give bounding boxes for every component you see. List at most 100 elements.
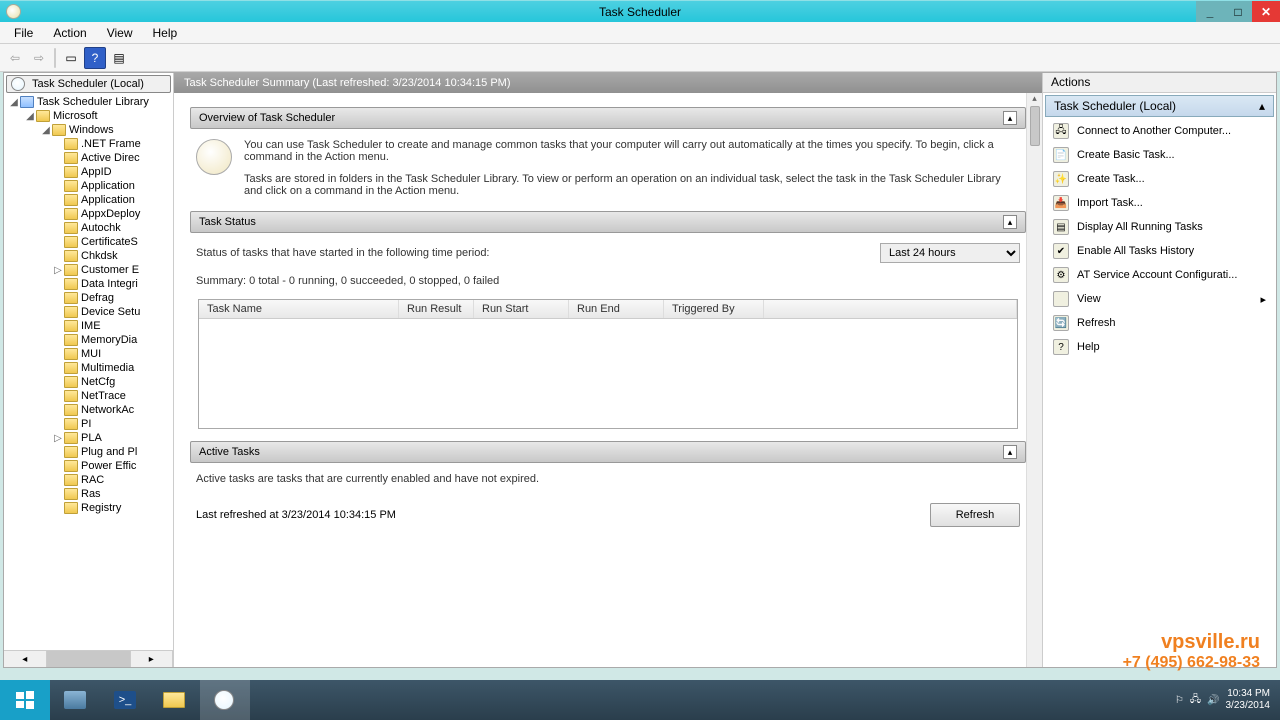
volume-icon: 🔊 xyxy=(1207,695,1219,706)
help-tool[interactable]: ? xyxy=(84,47,106,69)
separator xyxy=(54,48,56,68)
forward-button: ⇨ xyxy=(28,47,50,69)
tree-microsoft[interactable]: ◢Microsoft xyxy=(6,109,173,123)
chevron-up-icon: ▴ xyxy=(1259,99,1265,113)
collapse-icon[interactable]: ▴ xyxy=(1003,111,1017,125)
tree-item[interactable]: Autochk xyxy=(6,221,173,235)
tree-item[interactable]: .NET Frame xyxy=(6,137,173,151)
menu-view[interactable]: View xyxy=(97,24,143,42)
collapse-icon[interactable]: ▴ xyxy=(1003,445,1017,459)
tree-item[interactable]: ▷Customer E xyxy=(6,263,173,277)
app-icon xyxy=(6,4,21,19)
task-status-header[interactable]: Task Status▴ xyxy=(190,211,1026,233)
tree-item[interactable]: Plug and Pl xyxy=(6,445,173,459)
tree-root[interactable]: Task Scheduler (Local) xyxy=(6,75,171,93)
action-icon: 📄 xyxy=(1053,147,1069,163)
tree-item[interactable]: MemoryDia xyxy=(6,333,173,347)
tree-item[interactable]: Application xyxy=(6,193,173,207)
tree-item[interactable]: Defrag xyxy=(6,291,173,305)
tree-item[interactable]: NetworkAc xyxy=(6,403,173,417)
action-item[interactable]: ⚙AT Service Account Configurati... xyxy=(1043,263,1276,287)
toolbar: ⇦ ⇨ ▭ ? ▤ xyxy=(0,44,1280,72)
actions-scope[interactable]: Task Scheduler (Local)▴ xyxy=(1045,95,1274,117)
active-tasks-header[interactable]: Active Tasks▴ xyxy=(190,441,1026,463)
clock-icon xyxy=(11,77,25,91)
time-period-select[interactable]: Last 24 hours xyxy=(880,243,1020,263)
close-button[interactable]: ✕ xyxy=(1252,1,1280,22)
col-run-start[interactable]: Run Start xyxy=(474,300,569,318)
tray-date: 3/23/2014 xyxy=(1226,700,1271,712)
tree-item[interactable]: PI xyxy=(6,417,173,431)
task-table: Task Name Run Result Run Start Run End T… xyxy=(198,299,1018,429)
action-icon: ⚙ xyxy=(1053,267,1069,283)
tree-item[interactable]: Multimedia xyxy=(6,361,173,375)
tree-item[interactable]: Chkdsk xyxy=(6,249,173,263)
overview-section-header[interactable]: Overview of Task Scheduler▴ xyxy=(190,107,1026,129)
tree-item[interactable]: ▷PLA xyxy=(6,431,173,445)
start-button[interactable] xyxy=(0,680,50,720)
action-item[interactable]: ✔Enable All Tasks History xyxy=(1043,239,1276,263)
status-summary: Summary: 0 total - 0 running, 0 succeede… xyxy=(196,275,1020,287)
action-item[interactable]: View▸ xyxy=(1043,287,1276,311)
minimize-button[interactable]: _ xyxy=(1196,1,1224,22)
system-tray[interactable]: ⚐ 🖧 🔊 10:34 PM 3/23/2014 xyxy=(1165,688,1280,712)
taskbar-explorer[interactable] xyxy=(150,680,200,720)
window-titlebar: Task Scheduler _ □ ✕ xyxy=(0,0,1280,22)
action-item[interactable]: 🖧Connect to Another Computer... xyxy=(1043,119,1276,143)
tree-item[interactable]: IME xyxy=(6,319,173,333)
action-item[interactable]: 📥Import Task... xyxy=(1043,191,1276,215)
tree-item[interactable]: Registry xyxy=(6,501,173,515)
network-icon: 🖧 xyxy=(1190,692,1201,709)
action-item[interactable]: ✨Create Task... xyxy=(1043,167,1276,191)
col-run-result[interactable]: Run Result xyxy=(399,300,474,318)
windows-logo-icon xyxy=(15,690,35,710)
show-hide-btn[interactable]: ▭ xyxy=(60,47,82,69)
taskbar-server-manager[interactable] xyxy=(50,680,100,720)
menu-file[interactable]: File xyxy=(4,24,43,42)
action-item[interactable]: ?Help xyxy=(1043,335,1276,359)
tray-time: 10:34 PM xyxy=(1226,688,1271,700)
tree-item[interactable]: NetCfg xyxy=(6,375,173,389)
refresh-button[interactable]: Refresh xyxy=(930,503,1020,527)
menu-help[interactable]: Help xyxy=(143,24,188,42)
window-title: Task Scheduler xyxy=(599,5,681,19)
action-icon: ? xyxy=(1053,339,1069,355)
properties-tool[interactable]: ▤ xyxy=(108,47,130,69)
action-item[interactable]: ▤Display All Running Tasks xyxy=(1043,215,1276,239)
action-icon: ▤ xyxy=(1053,219,1069,235)
tree-item[interactable]: AppID xyxy=(6,165,173,179)
tree-item[interactable]: Device Setu xyxy=(6,305,173,319)
menu-action[interactable]: Action xyxy=(43,24,96,42)
tree-item[interactable]: Active Direc xyxy=(6,151,173,165)
col-task-name[interactable]: Task Name xyxy=(199,300,399,318)
tree-item[interactable]: Ras xyxy=(6,487,173,501)
taskbar-powershell[interactable]: >_ xyxy=(100,680,150,720)
collapse-icon[interactable]: ▴ xyxy=(1003,215,1017,229)
tree-windows[interactable]: ◢Windows xyxy=(6,123,173,137)
tree-scrollbar-horizontal[interactable]: ◂▸ xyxy=(4,650,173,667)
tree-item[interactable]: RAC xyxy=(6,473,173,487)
action-icon: 📥 xyxy=(1053,195,1069,211)
tree-library[interactable]: ◢Task Scheduler Library xyxy=(6,95,173,109)
action-item[interactable]: 📄Create Basic Task... xyxy=(1043,143,1276,167)
scheduler-icon xyxy=(196,139,232,175)
folder-icon xyxy=(52,124,66,136)
taskbar-task-scheduler[interactable] xyxy=(200,680,250,720)
taskbar: >_ ⚐ 🖧 🔊 10:34 PM 3/23/2014 xyxy=(0,680,1280,720)
vertical-scrollbar[interactable]: ▴ xyxy=(1026,93,1042,667)
active-tasks-text: Active tasks are tasks that are currentl… xyxy=(196,473,1020,485)
tree-item[interactable]: CertificateS xyxy=(6,235,173,249)
tree-item[interactable]: Application xyxy=(6,179,173,193)
tree-item[interactable]: Power Effic xyxy=(6,459,173,473)
tree-item[interactable]: Data Integri xyxy=(6,277,173,291)
col-triggered-by[interactable]: Triggered By xyxy=(664,300,764,318)
tree-item[interactable]: MUI xyxy=(6,347,173,361)
col-run-end[interactable]: Run End xyxy=(569,300,664,318)
maximize-button[interactable]: □ xyxy=(1224,1,1252,22)
center-pane: Task Scheduler Summary (Last refreshed: … xyxy=(174,73,1042,667)
action-icon: 🔄 xyxy=(1053,315,1069,331)
action-item[interactable]: 🔄Refresh xyxy=(1043,311,1276,335)
tree-item[interactable]: AppxDeploy xyxy=(6,207,173,221)
tree-item[interactable]: NetTrace xyxy=(6,389,173,403)
last-refreshed-label: Last refreshed at 3/23/2014 10:34:15 PM xyxy=(196,509,396,521)
